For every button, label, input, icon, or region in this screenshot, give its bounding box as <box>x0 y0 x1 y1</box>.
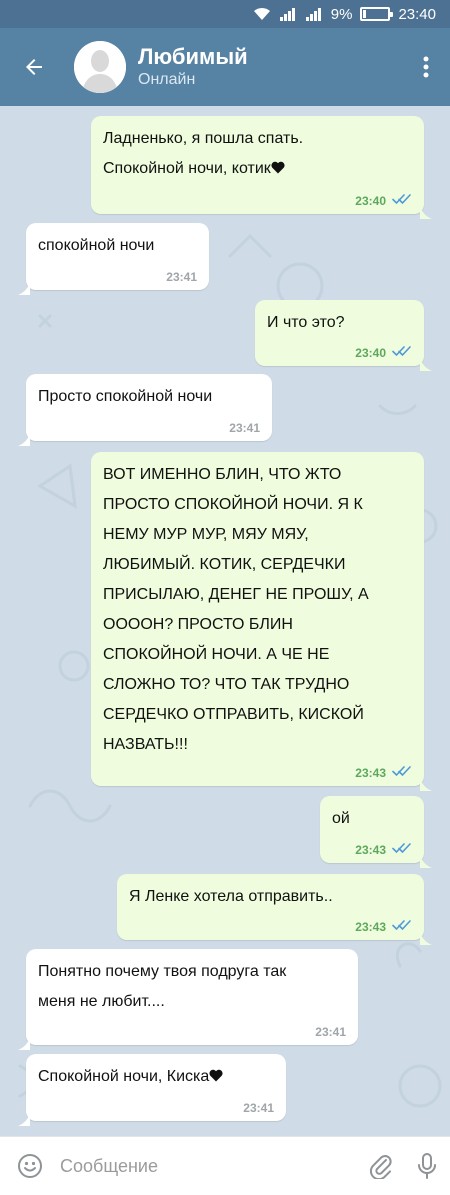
signal-icon <box>305 7 323 21</box>
message-text: Я Ленке хотела отправить.. <box>129 888 333 905</box>
bubble-tail <box>18 276 30 295</box>
more-vertical-icon <box>423 56 429 78</box>
battery-icon <box>360 7 394 21</box>
bubble-tail <box>18 1107 30 1126</box>
double-check-icon <box>392 842 412 857</box>
signal-icon <box>279 7 297 21</box>
message-time: 23:41 <box>243 1101 274 1115</box>
chat-title: Любимый <box>138 44 248 69</box>
message-time: 23:41 <box>229 421 260 435</box>
clock: 23:40 <box>398 5 436 23</box>
message-time: 23:43 <box>355 842 386 857</box>
message-text: ВОТ ИМЕННО БЛИН, ЧТО ЖТО ПРОСТО СПОКОЙНО… <box>103 466 369 753</box>
double-check-icon <box>392 193 412 208</box>
smiley-icon <box>18 1154 42 1178</box>
bubble-tail <box>420 772 432 791</box>
bubble-tail <box>420 926 432 945</box>
chat-header: Любимый Онлайн <box>0 28 450 106</box>
message-meta: 23:43 <box>355 842 412 857</box>
arrow-left-icon <box>26 59 42 75</box>
message-meta: 23:41 <box>166 270 197 284</box>
message-meta: 23:41 <box>243 1101 274 1115</box>
heart-icon <box>271 160 285 177</box>
heart-icon <box>209 1068 223 1085</box>
message-bubble-outgoing[interactable]: ой 23:43 <box>320 796 432 868</box>
wifi-icon <box>253 7 271 21</box>
message-text: ой <box>332 810 350 827</box>
message-meta: 23:40 <box>355 345 412 360</box>
battery-percent: 9% <box>330 5 353 23</box>
avatar[interactable] <box>74 41 126 93</box>
bubble-tail <box>420 352 432 371</box>
message-bubble-incoming[interactable]: Спокойной ночи, Киска 23:41 <box>18 1054 286 1126</box>
attach-button[interactable] <box>358 1137 404 1195</box>
message-text: Просто спокойной ночи <box>38 388 213 405</box>
microphone-icon <box>418 1153 436 1179</box>
message-time: 23:40 <box>355 193 386 208</box>
double-check-icon <box>392 919 412 934</box>
menu-button[interactable] <box>402 28 450 106</box>
bubble-tail <box>420 200 432 219</box>
message-text: спокойной ночи <box>38 237 155 254</box>
message-bubble-outgoing[interactable]: И что это? 23:40 <box>255 300 432 371</box>
double-check-icon <box>392 765 412 780</box>
bubble-tail <box>18 1031 30 1050</box>
message-time: 23:41 <box>315 1025 346 1039</box>
message-text: И что это? <box>267 314 345 331</box>
message-bubble-incoming[interactable]: Понятно почему твоя подруга так меня не … <box>18 949 358 1050</box>
message-meta: 23:41 <box>229 421 260 435</box>
battery-level <box>363 10 366 18</box>
message-meta: 23:43 <box>355 765 412 780</box>
chat-title-block[interactable]: Любимый Онлайн <box>138 44 402 90</box>
message-meta: 23:40 <box>355 193 412 208</box>
chat-area[interactable]: Ладненько, я пошла спать. Спокойной ночи… <box>0 106 450 1136</box>
message-time: 23:41 <box>166 270 197 284</box>
message-bubble-outgoing[interactable]: Я Ленке хотела отправить.. 23:43 <box>117 874 432 945</box>
bubble-tail <box>18 427 30 446</box>
microphone-button[interactable] <box>404 1137 450 1195</box>
person-silhouette-icon <box>74 41 126 93</box>
message-time: 23:43 <box>355 919 386 934</box>
message-bubble-incoming[interactable]: спокойной ночи 23:41 <box>18 223 209 295</box>
message-input[interactable] <box>60 1155 358 1177</box>
message-text: Спокойной ночи, Киска <box>26 1054 286 1092</box>
emoji-button[interactable] <box>0 1137 60 1195</box>
message-time: 23:43 <box>355 765 386 780</box>
message-meta: 23:41 <box>315 1025 346 1039</box>
message-bubble-incoming[interactable]: Просто спокойной ночи 23:41 <box>18 374 272 446</box>
status-bar: 9% 23:40 <box>0 0 450 28</box>
double-check-icon <box>392 345 412 360</box>
chat-status: Онлайн <box>138 71 196 88</box>
message-meta: 23:43 <box>355 919 412 934</box>
message-text: Ладненько, я пошла спать. Спокойной ночи… <box>103 130 304 177</box>
message-bubble-outgoing[interactable]: Ладненько, я пошла спать. Спокойной ночи… <box>91 116 432 219</box>
input-bar <box>0 1136 450 1195</box>
message-text: Понятно почему твоя подруга так меня не … <box>38 963 287 1010</box>
back-button[interactable] <box>0 28 68 106</box>
message-bubble-outgoing[interactable]: ВОТ ИМЕННО БЛИН, ЧТО ЖТО ПРОСТО СПОКОЙНО… <box>91 452 432 791</box>
paperclip-icon <box>369 1155 392 1179</box>
message-time: 23:40 <box>355 345 386 360</box>
bubble-tail <box>420 849 432 868</box>
